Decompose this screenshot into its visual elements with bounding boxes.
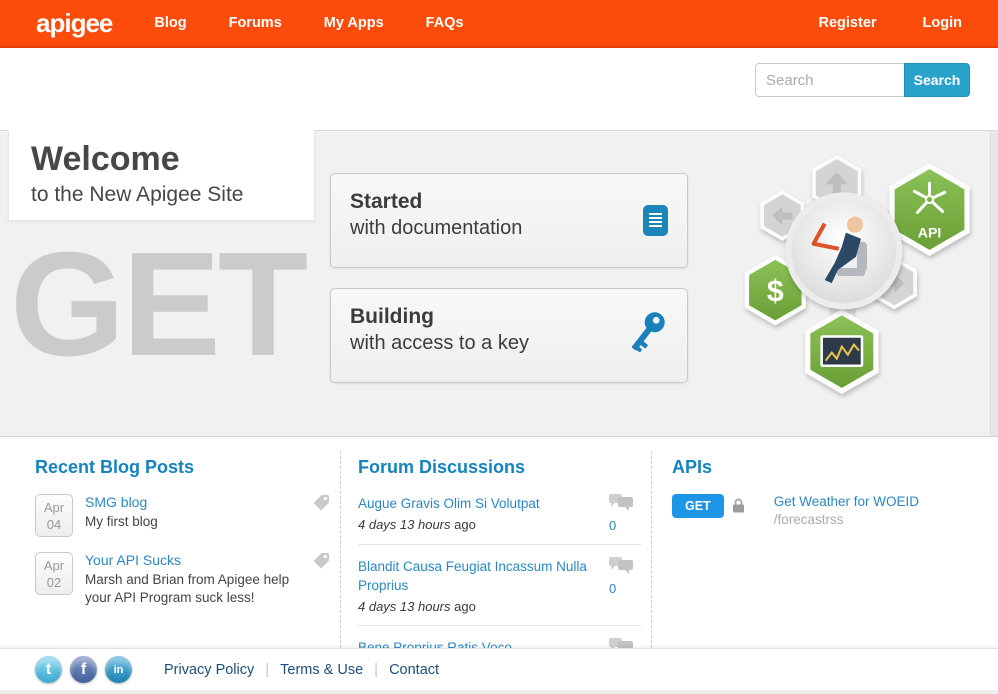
blog-heading: Recent Blog Posts [35, 457, 330, 478]
footer-link-terms[interactable]: Terms & Use [280, 662, 363, 678]
api-path: /forecastrss [774, 512, 919, 527]
forum-topic-title[interactable]: Bene Proprius Ratis Voco [358, 638, 597, 648]
key-icon [631, 309, 671, 370]
search-input[interactable] [755, 63, 904, 97]
bottom-strip [0, 690, 998, 694]
comments-icon [609, 561, 633, 578]
chart-hexagon [805, 309, 878, 394]
http-method-badge[interactable]: GET [672, 494, 724, 518]
date-badge: Apr 02 [35, 552, 73, 595]
forum-topic-time: 4 days 13 hours ago [358, 517, 597, 532]
tag-icon[interactable] [312, 494, 330, 537]
content-section: Recent Blog Posts Apr 04 SMG blog My fir… [0, 437, 998, 648]
nav-item-faqs[interactable]: FAQs [426, 15, 464, 31]
topic-main: Augue Gravis Olim Si Volutpat 4 days 13 … [358, 494, 609, 533]
footer-link-contact[interactable]: Contact [389, 662, 439, 678]
document-icon [643, 205, 668, 241]
forum-column: Forum Discussions Augue Gravis Olim Si V… [358, 457, 641, 648]
blog-post: Apr 02 Your API Sucks Marsh and Brian fr… [35, 552, 330, 607]
card-title: Building [350, 304, 617, 330]
api-title[interactable]: Get Weather for WOEID [774, 494, 919, 509]
topic-main: Bene Proprius Ratis Voco [358, 638, 609, 648]
column-divider [651, 451, 652, 648]
lock-icon [732, 498, 745, 518]
apis-heading: APIs [672, 457, 972, 478]
nav-item-blog[interactable]: Blog [154, 15, 186, 31]
footer-links: Privacy Policy | Terms & Use | Contact [153, 661, 450, 678]
hero-big-word: GET [10, 231, 305, 379]
column-divider [340, 451, 341, 648]
welcome-box: Welcome to the New Apigee Site [8, 130, 315, 221]
apigee-logo[interactable]: apigee [36, 8, 112, 39]
post-main: Your API Sucks Marsh and Brian from Apig… [85, 552, 297, 607]
nav-item-forums[interactable]: Forums [229, 15, 282, 31]
forum-topic: Bene Proprius Ratis Voco [358, 638, 641, 648]
nav-item-register[interactable]: Register [819, 15, 877, 31]
footer-separator: | [265, 661, 269, 678]
hero-section: Welcome to the New Apigee Site GET Start… [0, 130, 998, 437]
topic-main: Blandit Causa Feugiat Incassum Nulla Pro… [358, 557, 609, 614]
twitter-icon[interactable]: t [35, 656, 62, 683]
welcome-title: Welcome [31, 140, 314, 179]
forum-topic: Blandit Causa Feugiat Incassum Nulla Pro… [358, 557, 641, 626]
forum-topic-time: 4 days 13 hours ago [358, 599, 597, 614]
date-badge: Apr 04 [35, 494, 73, 537]
card-get-building[interactable]: Building with access to a key [330, 288, 688, 383]
hero-illustration: API $ [738, 147, 990, 399]
page-header: Search [0, 48, 998, 130]
topic-meta: 0 [609, 557, 641, 614]
blog-column: Recent Blog Posts Apr 04 SMG blog My fir… [35, 457, 330, 622]
date-day: 04 [36, 516, 72, 533]
date-day: 02 [36, 574, 72, 591]
card-subtitle: with documentation [350, 215, 617, 241]
api-main: Get Weather for WOEID /forecastrss [774, 494, 919, 527]
post-main: SMG blog My first blog [85, 494, 297, 537]
time-relative: 4 days 13 hours [358, 517, 451, 532]
time-suffix: ago [451, 599, 476, 614]
time-relative: 4 days 13 hours [358, 599, 451, 614]
card-title: Started [350, 189, 617, 215]
footer-separator: | [374, 661, 378, 678]
topic-meta: 0 [609, 494, 641, 533]
dollar-hex-label: $ [767, 275, 784, 308]
card-subtitle: with access to a key [350, 330, 617, 356]
top-navbar: apigee Blog Forums My Apps FAQs Register… [0, 0, 998, 48]
search-bar: Search [755, 63, 970, 97]
forum-topic-title[interactable]: Augue Gravis Olim Si Volutpat [358, 494, 597, 513]
blog-post: Apr 04 SMG blog My first blog [35, 494, 330, 537]
date-month: Apr [36, 557, 72, 574]
comment-count[interactable]: 0 [609, 581, 641, 596]
hero-right-strip [990, 131, 998, 436]
facebook-icon[interactable]: f [70, 656, 97, 683]
nav-item-login[interactable]: Login [923, 15, 962, 31]
forum-heading: Forum Discussions [358, 457, 641, 478]
tag-icon[interactable] [312, 552, 330, 607]
nav-item-my-apps[interactable]: My Apps [324, 15, 384, 31]
api-hex-label: API [918, 225, 942, 241]
comment-count[interactable]: 0 [609, 518, 641, 533]
date-month: Apr [36, 499, 72, 516]
forum-topic: Augue Gravis Olim Si Volutpat 4 days 13 … [358, 494, 641, 545]
linkedin-icon[interactable]: in [105, 656, 132, 683]
api-row: GET Get Weather for WOEID /forecastrss [672, 494, 972, 527]
topic-meta [609, 638, 641, 648]
blog-post-body: Marsh and Brian from Apigee help your AP… [85, 571, 297, 607]
time-suffix: ago [451, 517, 476, 532]
page-footer: t f in Privacy Policy | Terms & Use | Co… [0, 648, 998, 690]
search-button[interactable]: Search [904, 63, 970, 97]
comments-icon [609, 498, 633, 515]
welcome-subtitle: to the New Apigee Site [31, 183, 314, 207]
blog-post-title[interactable]: Your API Sucks [85, 552, 297, 568]
card-get-started[interactable]: Started with documentation [330, 173, 688, 268]
apis-column: APIs GET Get Weather for WOEID /forecast… [672, 457, 972, 527]
footer-link-privacy[interactable]: Privacy Policy [164, 662, 254, 678]
blog-post-title[interactable]: SMG blog [85, 494, 297, 510]
forum-topic-title[interactable]: Blandit Causa Feugiat Incassum Nulla Pro… [358, 557, 597, 595]
blog-post-body: My first blog [85, 513, 297, 531]
